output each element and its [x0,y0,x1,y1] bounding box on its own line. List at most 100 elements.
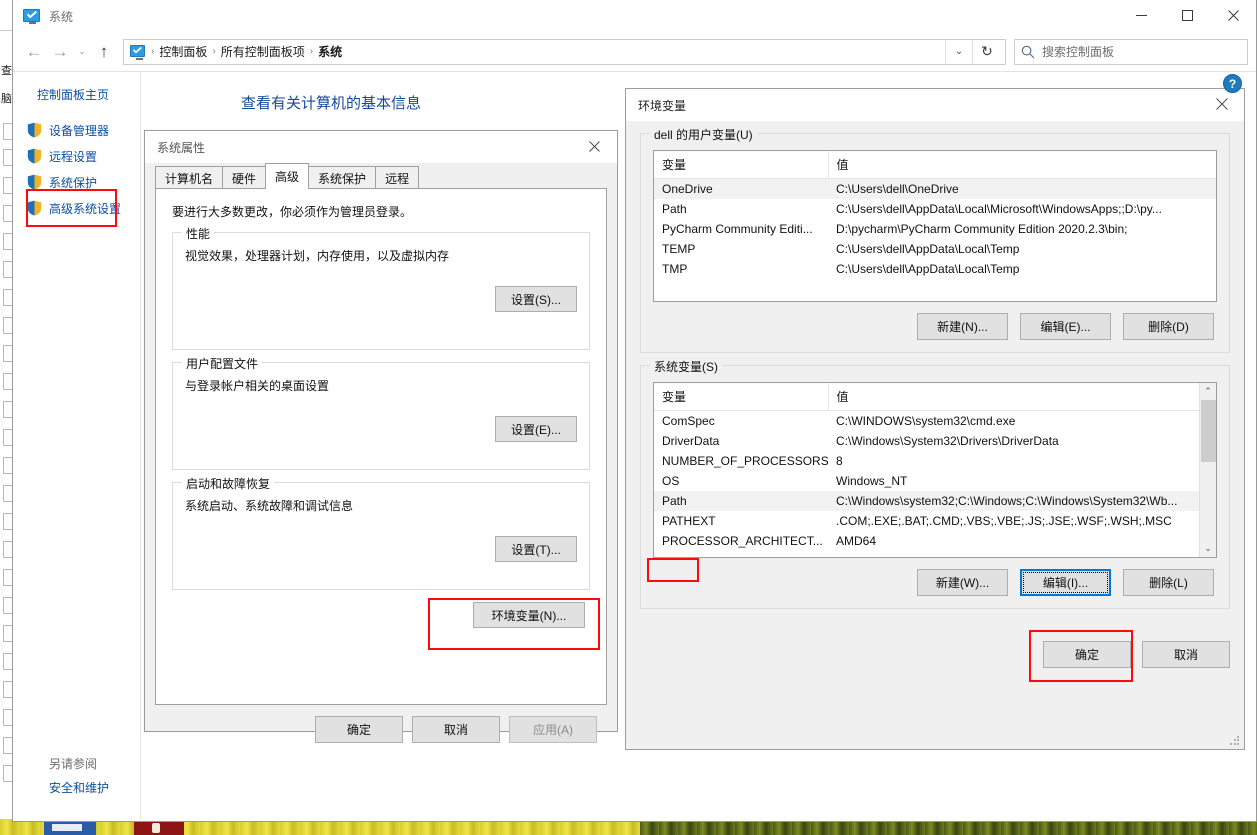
search-icon [1021,45,1035,58]
dialog-titlebar: 环境变量 [626,89,1244,121]
tab-computer-name[interactable]: 计算机名 [155,166,224,189]
new-user-variable-button[interactable]: 新建(N)... [917,313,1008,340]
group-description: 与登录帐户相关的桌面设置 [185,379,330,393]
minimize-button[interactable] [1118,0,1164,30]
sidebar-item-device-manager[interactable]: 设备管理器 [13,117,140,143]
system-icon [23,8,40,24]
see-also-label: 另请参阅 [49,757,98,771]
taskbar-item-1[interactable] [44,821,96,835]
sidebar-item-home[interactable]: 控制面板主页 [13,80,140,117]
sidebar-item-remote-settings[interactable]: 远程设置 [13,143,140,169]
tab-advanced[interactable]: 高级 [265,163,310,189]
column-header-variable[interactable]: 变量 [654,383,829,411]
new-system-variable-button[interactable]: 新建(W)... [917,569,1008,596]
sidebar-item-advanced-system-settings[interactable]: 高级系统设置 [13,195,140,221]
scrollbar-thumb[interactable] [1201,400,1216,462]
refresh-icon[interactable]: ↻ [973,43,1001,60]
cell-variable: Path [654,491,828,511]
chevron-down-icon[interactable]: ⌄ [946,46,972,57]
vertical-scrollbar[interactable]: ⌃ ⌄ [1199,383,1216,557]
table-row[interactable]: PyCharm Community Editi... D:\pycharm\Py… [654,219,1216,239]
system-variables-table[interactable]: 变量 值 ComSpec C:\WINDOWS\system32\cmd.exe… [653,382,1217,558]
startup-recovery-settings-button[interactable]: 设置(T)... [495,536,577,562]
group-legend: 系统变量(S) [650,358,722,375]
table-row[interactable]: ComSpec C:\WINDOWS\system32\cmd.exe [654,411,1199,432]
delete-user-variable-button[interactable]: 删除(D) [1123,313,1214,340]
breadcrumb-all-items[interactable]: 所有控制面板项 [218,43,308,60]
ok-button[interactable]: 确定 [315,716,403,743]
tab-remote[interactable]: 远程 [375,166,420,189]
environment-variables-dialog: 环境变量 dell 的用户变量(U) 变量 值 OneDrive C:\User… [625,88,1245,750]
user-variables-table[interactable]: 变量 值 OneDrive C:\Users\dell\OneDrive Pat… [653,150,1217,302]
screen: 查 脑 系统 ← → ⌄ ↑ › 控制面板 › 所有控制面板项 › 系统 ⌄ ↻… [0,0,1257,835]
cell-value: AMD64 [836,534,877,548]
help-icon[interactable]: ? [1223,74,1242,93]
scroll-up-icon[interactable]: ⌃ [1204,383,1212,400]
group-description: 视觉效果，处理器计划，内存使用，以及虚拟内存 [185,249,450,263]
resize-grip[interactable] [1229,735,1241,747]
apply-button: 应用(A) [509,716,597,743]
column-header-variable[interactable]: 变量 [654,151,829,179]
edit-system-variable-button[interactable]: 编辑(I)... [1020,569,1111,596]
group-performance: 性能 视觉效果，处理器计划，内存使用，以及虚拟内存 设置(S)... [172,225,590,350]
control-panel-icon [130,45,146,60]
address-bar: ← → ⌄ ↑ › 控制面板 › 所有控制面板项 › 系统 ⌄ ↻ 搜索控制面板 [13,32,1256,72]
table-row[interactable]: Path C:\Users\dell\AppData\Local\Microso… [654,199,1216,219]
cell-variable: PROCESSOR_ARCHITECT... [662,534,823,548]
group-button-row: 设置(T)... [185,536,577,562]
sidebar: 控制面板主页 设备管理器 远程设置 系统保护 高级系统设置 另请参阅 安全和维护 [13,72,141,820]
table-row[interactable]: PATHEXT .COM;.EXE;.BAT;.CMD;.VBS;.VBE;.J… [654,511,1199,531]
close-icon[interactable] [572,131,617,161]
column-header-value[interactable]: 值 [828,383,1199,411]
cancel-button[interactable]: 取消 [1142,641,1230,668]
see-also-security-link[interactable]: 安全和维护 [49,779,109,796]
breadcrumb-system[interactable]: 系统 [315,43,345,60]
table-row[interactable]: TMP C:\Users\dell\AppData\Local\Temp [654,259,1216,279]
cancel-button[interactable]: 取消 [412,716,500,743]
column-header-value[interactable]: 值 [828,151,1216,179]
cell-variable: TEMP [662,242,696,256]
taskbar-item-2[interactable] [134,821,184,835]
scroll-down-icon[interactable]: ⌄ [1204,540,1212,557]
search-input[interactable]: 搜索控制面板 [1014,38,1248,65]
window-controls [1118,0,1256,30]
back-button[interactable]: ← [21,39,47,65]
performance-settings-button[interactable]: 设置(S)... [495,286,577,312]
table-row[interactable]: OneDrive C:\Users\dell\OneDrive [654,178,1216,199]
address-right-controls: ⌄ ↻ [945,39,1001,64]
cell-value: C:\Users\dell\AppData\Local\Microsoft\Wi… [836,202,1162,216]
table-row[interactable]: TEMP C:\Users\dell\AppData\Local\Temp [654,239,1216,259]
group-description: 系统启动、系统故障和调试信息 [185,499,354,513]
tab-hardware[interactable]: 硬件 [222,166,267,189]
tab-system-protection[interactable]: 系统保护 [308,166,377,189]
cell-variable: NUMBER_OF_PROCESSORS [662,454,828,468]
close-icon[interactable] [1199,89,1244,119]
edit-user-variable-button[interactable]: 编辑(E)... [1020,313,1111,340]
environment-variables-button[interactable]: 环境变量(N)... [473,602,585,628]
up-button[interactable]: ↑ [91,39,117,65]
forward-button[interactable]: → [47,39,73,65]
group-legend: 用户配置文件 [182,355,263,372]
table-row[interactable]: OS Windows_NT [654,471,1199,491]
table-row[interactable]: Path C:\Windows\system32;C:\Windows;C:\W… [654,491,1199,511]
sidebar-item-system-protection[interactable]: 系统保护 [13,169,140,195]
maximize-button[interactable] [1164,0,1210,30]
breadcrumb-separator: › [309,46,314,57]
cell-variable: OneDrive [654,178,828,199]
user-profiles-settings-button[interactable]: 设置(E)... [495,416,577,442]
shield-icon [27,200,42,216]
table-row[interactable]: DriverData C:\Windows\System32\Drivers\D… [654,431,1199,451]
recent-locations-button[interactable]: ⌄ [73,39,91,65]
dialog-body: dell 的用户变量(U) 变量 值 OneDrive C:\Users\del… [626,121,1244,631]
ok-button[interactable]: 确定 [1043,641,1131,668]
close-button[interactable] [1210,0,1256,30]
dialog-footer: 确定 取消 [626,631,1244,668]
search-placeholder: 搜索控制面板 [1042,45,1115,59]
table-row[interactable]: NUMBER_OF_PROCESSORS 8 [654,451,1199,471]
table-row[interactable]: PROCESSOR_ARCHITECT... AMD64 [654,531,1199,551]
breadcrumb[interactable]: › 控制面板 › 所有控制面板项 › 系统 ⌄ ↻ [123,38,1006,65]
delete-system-variable-button[interactable]: 删除(L) [1123,569,1214,596]
breadcrumb-control-panel[interactable]: 控制面板 [156,43,210,60]
user-variables-group: dell 的用户变量(U) 变量 值 OneDrive C:\Users\del… [640,126,1230,353]
cell-value: 8 [836,454,843,468]
